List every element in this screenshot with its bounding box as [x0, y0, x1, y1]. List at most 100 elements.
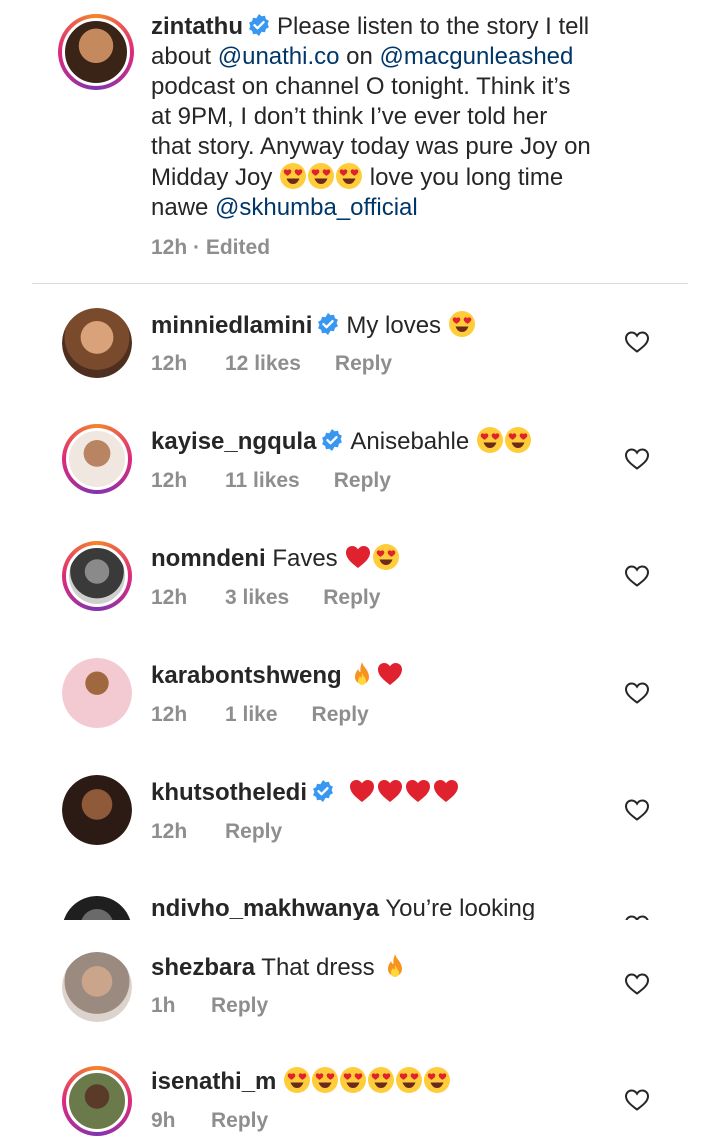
fire-emoji: [348, 660, 376, 688]
comment-meta: 12h 3 likes Reply: [151, 586, 380, 610]
caption-line-2-mid: on: [339, 43, 380, 70]
heart-outline-icon[interactable]: [624, 447, 650, 471]
reply-button[interactable]: Reply: [211, 994, 268, 1018]
reply-button[interactable]: Reply: [211, 1109, 268, 1133]
reply-button[interactable]: Reply: [334, 469, 391, 493]
comment: minniedlamini My loves: [151, 310, 644, 341]
avatar[interactable]: [58, 14, 134, 90]
caption-username[interactable]: zintathu: [151, 13, 243, 40]
heart-eyes-emoji: [283, 1066, 311, 1094]
heart-outline-icon[interactable]: [624, 972, 650, 996]
heart-outline-icon[interactable]: [624, 564, 650, 588]
comment-username[interactable]: nomndeni: [151, 545, 266, 572]
heart-eyes-emoji: [311, 1066, 339, 1094]
avatar[interactable]: [62, 1066, 132, 1136]
verified-badge-icon: [247, 13, 271, 37]
heart-eyes-emoji: [372, 543, 400, 571]
reply-button[interactable]: Reply: [335, 352, 392, 376]
comment: nomndeni Faves: [151, 543, 644, 574]
reply-button[interactable]: Reply: [323, 586, 380, 610]
heart-outline-icon[interactable]: [624, 798, 650, 822]
comment: isenathi_m: [151, 1066, 644, 1097]
caption-line-2: about: [151, 43, 218, 70]
caption-line-4: at 9PM, I don’t think I’ve ever told her: [151, 103, 548, 130]
avatar[interactable]: [62, 541, 132, 611]
heart-eyes-emoji: [476, 426, 504, 454]
comment-meta: 12h Reply: [151, 820, 282, 844]
comment: kayise_ngqula Anisebahle: [151, 426, 644, 457]
heart-eyes-emoji: [395, 1066, 423, 1094]
red-heart-emoji: [348, 777, 376, 805]
mention-link[interactable]: @skhumba_official: [215, 194, 418, 221]
fire-emoji: [381, 952, 409, 980]
caption-meta: 12h · Edited: [151, 236, 271, 259]
comment-meta: 1h Reply: [151, 994, 268, 1018]
avatar[interactable]: [62, 658, 132, 728]
heart-outline-icon[interactable]: [624, 330, 650, 354]
comment-username[interactable]: shezbara: [151, 954, 255, 981]
comment: khutsotheledi: [151, 777, 644, 808]
reply-button[interactable]: Reply: [312, 703, 369, 727]
heart-outline-icon[interactable]: [624, 1088, 650, 1112]
verified-badge-icon: [316, 312, 340, 336]
red-heart-emoji: [376, 777, 404, 805]
caption-line-6: Midday Joy: [151, 164, 280, 191]
heart-outline-icon[interactable]: [624, 914, 650, 920]
caption-line-7: nawe: [151, 194, 216, 221]
comment-text: That dress: [261, 954, 375, 981]
comment-meta: 12h 12 likes Reply: [151, 352, 392, 376]
red-heart-emoji: [376, 660, 404, 688]
comment-username[interactable]: isenathi_m: [151, 1068, 276, 1095]
divider: [32, 283, 688, 284]
red-heart-emoji: [404, 777, 432, 805]
verified-badge-icon: [311, 779, 335, 803]
comment-text: Anisebahle: [350, 428, 470, 455]
comment-meta: 12h 1 like Reply: [151, 703, 369, 727]
reply-button[interactable]: Reply: [225, 820, 282, 844]
comment-time: 12h: [151, 820, 188, 843]
heart-eyes-emoji: [279, 162, 307, 190]
avatar[interactable]: [62, 952, 132, 1022]
heart-eyes-emoji: [335, 162, 363, 190]
comment-text: My loves: [346, 312, 442, 339]
comment-username[interactable]: kayise_ngqula: [151, 428, 316, 455]
comment-meta: 12h 11 likes Reply: [151, 469, 391, 493]
comment-username[interactable]: ndivho_makhwanya: [151, 895, 379, 920]
avatar[interactable]: [62, 775, 132, 845]
comment: shezbara That dress: [151, 952, 644, 983]
comment-text: You’re looking: [385, 895, 536, 920]
avatar[interactable]: [62, 896, 132, 920]
comment-time: 9h: [151, 1109, 176, 1132]
comment-likes[interactable]: 1 like: [225, 703, 278, 727]
caption-line-3: podcast on channel O tonight. Think it’s: [151, 73, 571, 100]
comment-likes[interactable]: 3 likes: [225, 586, 289, 610]
comment-likes[interactable]: 12 likes: [225, 352, 301, 376]
heart-eyes-emoji: [504, 426, 532, 454]
caption-text: zintathu Please listen to the story I tel…: [151, 12, 644, 223]
avatar[interactable]: [62, 308, 132, 378]
clipped-comment: ndivho_makhwanya You’re looking: [0, 886, 720, 920]
heart-eyes-emoji: [448, 310, 476, 338]
comment-text: Faves: [272, 545, 338, 572]
heart-outline-icon[interactable]: [624, 681, 650, 705]
comment-likes[interactable]: 11 likes: [225, 469, 300, 493]
comment-time: 12h: [151, 352, 188, 375]
caption-line-6-suffix: love you long time: [363, 164, 564, 191]
heart-eyes-emoji: [423, 1066, 451, 1094]
avatar[interactable]: [62, 424, 132, 494]
red-heart-emoji: [344, 543, 372, 571]
mention-link[interactable]: @unathi.co: [218, 43, 340, 70]
comment-username[interactable]: karabontshweng: [151, 662, 342, 689]
red-heart-emoji: [432, 777, 460, 805]
comment-time: 1h: [151, 994, 176, 1017]
mention-link[interactable]: @macgunleashed: [380, 43, 574, 70]
comment-username[interactable]: minniedlamini: [151, 312, 312, 339]
comment-time: 12h: [151, 703, 188, 726]
comment-time: 12h: [151, 469, 188, 492]
comment-time: 12h: [151, 586, 188, 609]
caption-line-1: Please listen to the story I tell: [276, 13, 590, 40]
caption-line-5: that story. Anyway today was pure Joy on: [151, 133, 591, 160]
comment-meta: 9h Reply: [151, 1109, 268, 1133]
heart-eyes-emoji: [307, 162, 335, 190]
comment-username[interactable]: khutsotheledi: [151, 779, 307, 806]
